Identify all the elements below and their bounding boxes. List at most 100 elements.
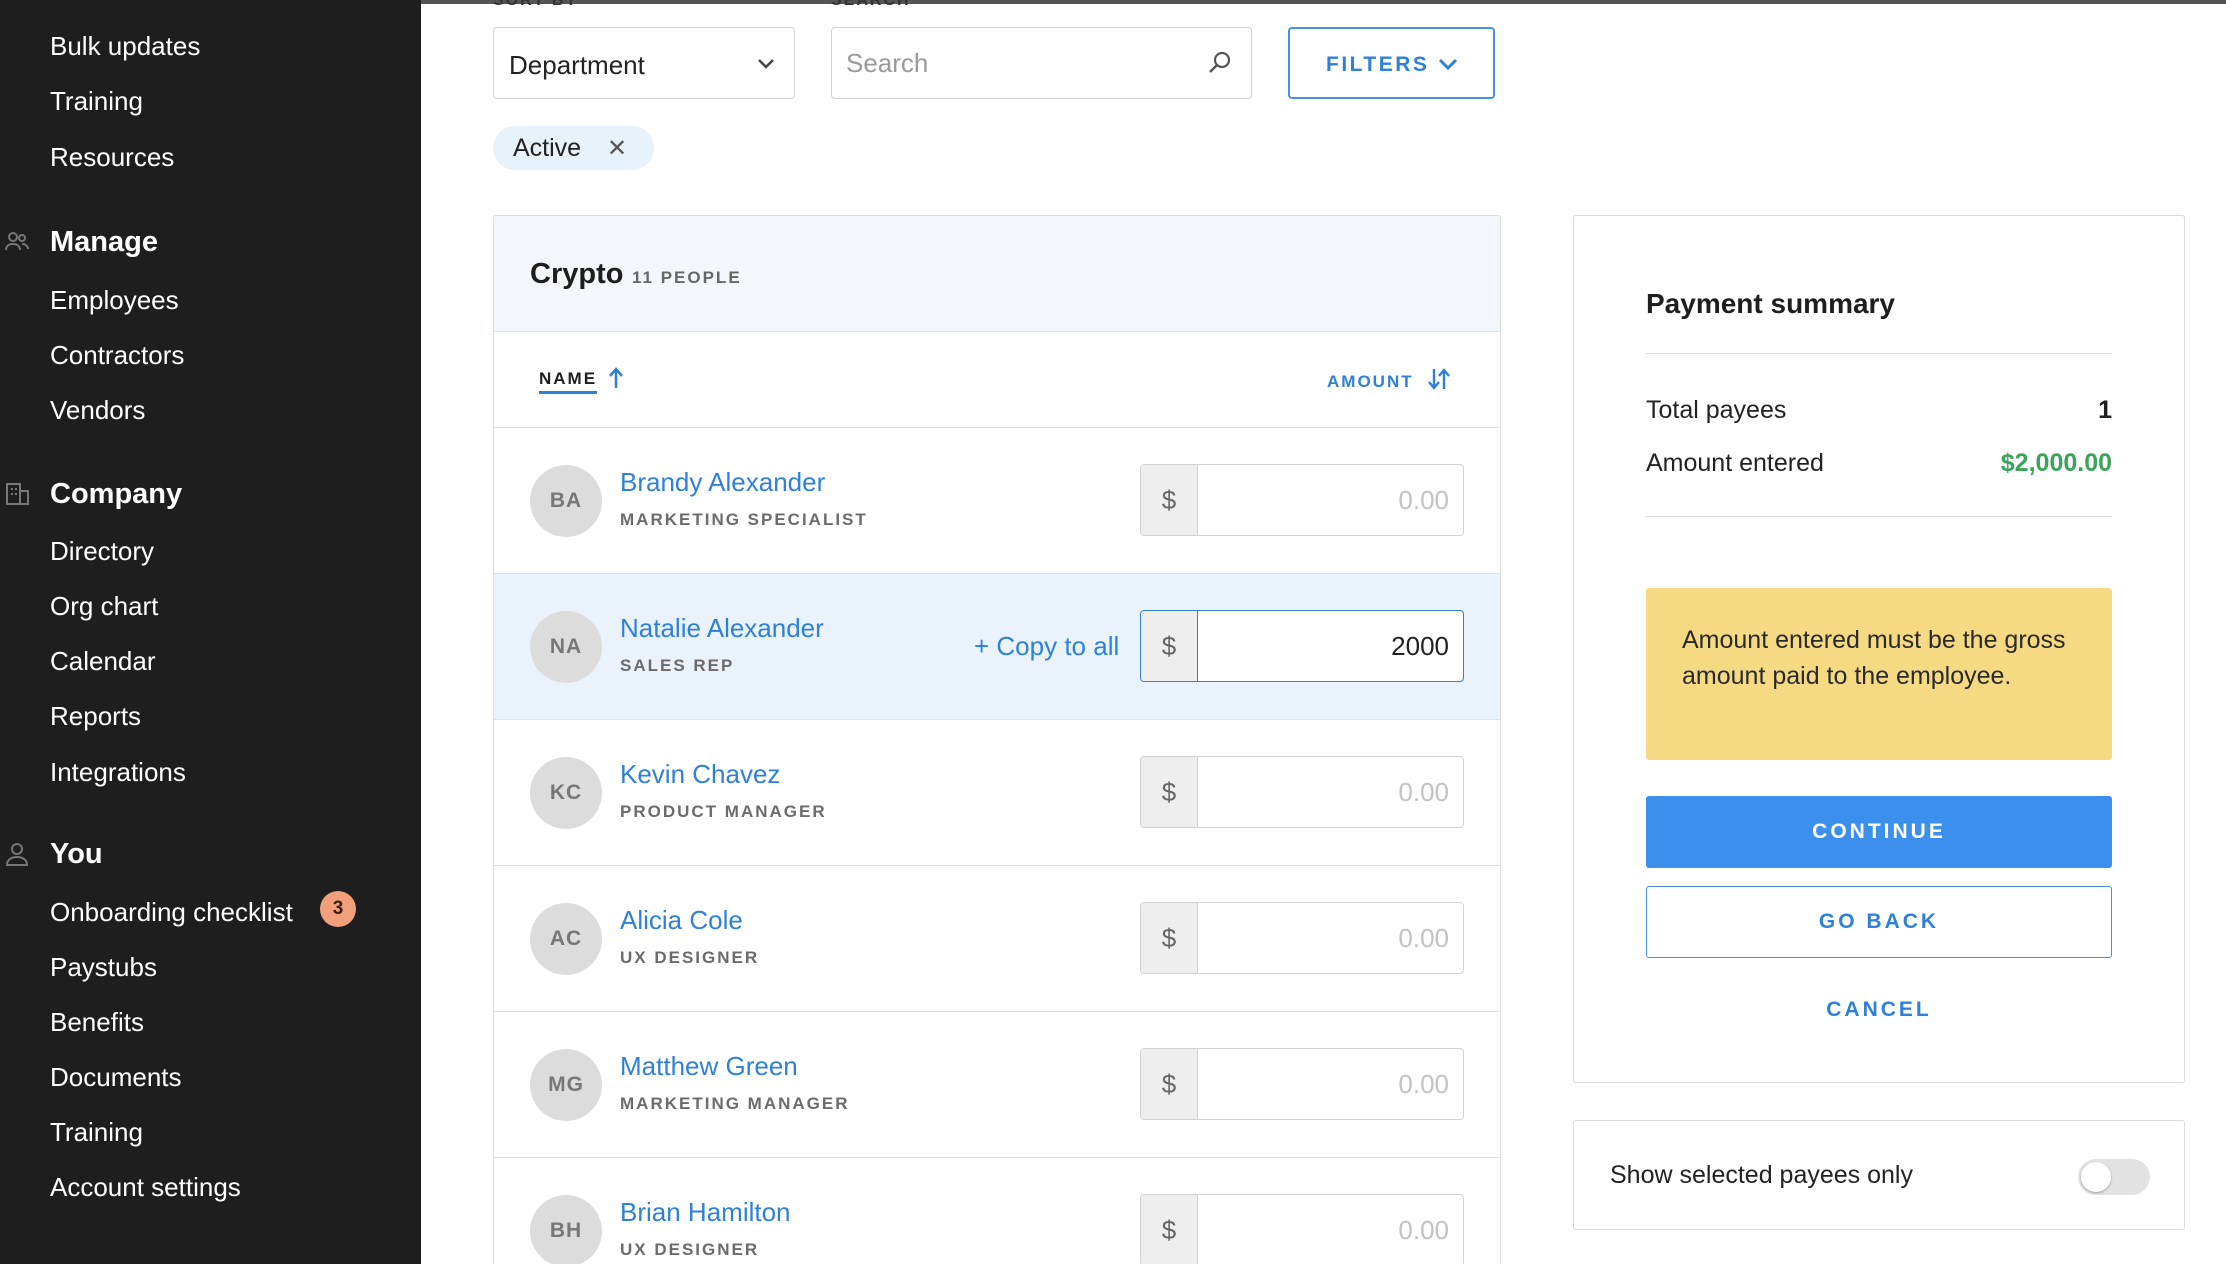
- group-title: Crypto: [530, 258, 624, 290]
- group-count: 11 PEOPLE: [632, 268, 742, 287]
- table-row: KC Kevin Chavez PRODUCT MANAGER $: [494, 720, 1500, 866]
- table-column-header: NAME AMOUNT: [494, 332, 1500, 428]
- currency-prefix: $: [1141, 1195, 1198, 1264]
- sort-by-value: Department: [509, 50, 645, 80]
- avatar: AC: [530, 903, 602, 975]
- currency-prefix: $: [1141, 465, 1198, 535]
- filter-chip-active: Active ✕: [493, 126, 654, 170]
- sidebar-item-account-settings[interactable]: Account settings: [50, 1172, 241, 1203]
- cancel-button[interactable]: CANCEL: [1646, 998, 2112, 1022]
- sidebar-item-vendors[interactable]: Vendors: [50, 395, 145, 426]
- sidebar-section-company: Company: [50, 478, 183, 510]
- employee-role: MARKETING SPECIALIST: [620, 510, 868, 529]
- search-field[interactable]: [831, 27, 1252, 99]
- sidebar-item-calendar[interactable]: Calendar: [50, 646, 156, 677]
- close-icon[interactable]: ✕: [607, 134, 627, 163]
- search-icon: [1209, 51, 1231, 73]
- currency-prefix: $: [1141, 903, 1198, 973]
- sidebar-item-employees[interactable]: Employees: [50, 285, 179, 316]
- sidebar-item-bulk-updates[interactable]: Bulk updates: [50, 31, 200, 62]
- currency-prefix: $: [1141, 1049, 1198, 1119]
- sidebar-item-contractors[interactable]: Contractors: [50, 340, 184, 371]
- filters-label: FILTERS: [1326, 53, 1430, 76]
- sidebar-item-paystubs[interactable]: Paystubs: [50, 952, 157, 983]
- sort-toggle-icon: [1428, 368, 1450, 390]
- employee-role: UX DESIGNER: [620, 948, 760, 967]
- amount-entered-label: Amount entered: [1646, 449, 1824, 477]
- amount-field: $: [1140, 1048, 1464, 1120]
- notification-badge: 3: [320, 891, 356, 927]
- sidebar-item-resources[interactable]: Resources: [50, 142, 174, 173]
- employee-name-link[interactable]: Matthew Green: [620, 1051, 798, 1082]
- amount-field: $: [1140, 1194, 1464, 1264]
- amount-field: $: [1140, 902, 1464, 974]
- amount-input[interactable]: [1199, 903, 1463, 973]
- amount-field: $: [1140, 464, 1464, 536]
- sidebar-item-benefits[interactable]: Benefits: [50, 1007, 144, 1038]
- column-header-amount[interactable]: AMOUNT: [1327, 372, 1414, 392]
- amount-input[interactable]: [1199, 611, 1463, 681]
- avatar: BH: [530, 1195, 602, 1264]
- continue-button[interactable]: CONTINUE: [1646, 796, 2112, 868]
- sidebar-item-onboarding-checklist[interactable]: Onboarding checklist: [50, 897, 293, 928]
- sort-up-arrow-icon: [609, 367, 623, 388]
- sidebar-item-integrations[interactable]: Integrations: [50, 757, 186, 788]
- employee-name-link[interactable]: Brandy Alexander: [620, 467, 825, 498]
- employee-role: PRODUCT MANAGER: [620, 802, 827, 821]
- search-input[interactable]: [846, 42, 1186, 84]
- avatar: BA: [530, 465, 602, 537]
- chevron-down-icon: [758, 59, 774, 69]
- employee-name-link[interactable]: Natalie Alexander: [620, 613, 824, 644]
- table-row: MG Matthew Green MARKETING MANAGER $: [494, 1012, 1500, 1158]
- avatar: NA: [530, 611, 602, 683]
- filter-chip-label: Active: [513, 134, 582, 162]
- currency-prefix: $: [1141, 611, 1198, 681]
- employee-name-link[interactable]: Alicia Cole: [620, 905, 743, 936]
- copy-to-all-button[interactable]: + Copy to all: [974, 631, 1119, 662]
- employee-role: UX DESIGNER: [620, 1240, 760, 1259]
- employee-name-link[interactable]: Kevin Chavez: [620, 759, 780, 790]
- column-header-name[interactable]: NAME: [539, 369, 598, 394]
- toggle-label: Show selected payees only: [1610, 1161, 1913, 1189]
- sort-by-label: SORT BY: [493, 0, 579, 9]
- sidebar-item-org-chart[interactable]: Org chart: [50, 591, 158, 622]
- amount-input[interactable]: [1199, 757, 1463, 827]
- avatar: KC: [530, 757, 602, 829]
- selected-payees-toggle-card: Show selected payees only: [1573, 1120, 2185, 1230]
- currency-prefix: $: [1141, 757, 1198, 827]
- toggle-knob: [2081, 1162, 2111, 1192]
- employee-role: MARKETING MANAGER: [620, 1094, 850, 1113]
- filters-button[interactable]: FILTERS: [1288, 27, 1495, 99]
- amount-field: $: [1140, 610, 1464, 682]
- chevron-down-icon: [1438, 58, 1458, 71]
- building-icon: [6, 483, 29, 505]
- sidebar-item-reports[interactable]: Reports: [50, 701, 141, 732]
- go-back-button[interactable]: GO BACK: [1646, 886, 2112, 958]
- sidebar-section-manage: Manage: [50, 226, 158, 258]
- table-row: BH Brian Hamilton UX DESIGNER $: [494, 1158, 1500, 1264]
- table-row: NA Natalie Alexander SALES REP + Copy to…: [494, 574, 1500, 720]
- show-selected-toggle[interactable]: [2078, 1159, 2150, 1195]
- gross-amount-notice: Amount entered must be the gross amount …: [1646, 588, 2112, 760]
- amount-input[interactable]: [1199, 465, 1463, 535]
- amount-input[interactable]: [1199, 1049, 1463, 1119]
- employee-name-link[interactable]: Brian Hamilton: [620, 1197, 791, 1228]
- table-row: AC Alicia Cole UX DESIGNER $: [494, 866, 1500, 1012]
- sidebar-section-you: You: [50, 838, 103, 870]
- amount-entered-value: $2,000.00: [2000, 449, 2112, 477]
- payees-table-card: Crypto 11 PEOPLE NAME AMOUNT BA Brandy A…: [493, 215, 1501, 1264]
- sidebar: Bulk updates Training Resources Manage E…: [0, 0, 421, 1264]
- divider: [1646, 353, 2112, 354]
- sort-by-select[interactable]: Department: [493, 27, 795, 99]
- search-label: SEARCH: [831, 0, 911, 9]
- employee-role: SALES REP: [620, 656, 735, 675]
- person-icon: [5, 843, 29, 866]
- sidebar-item-training[interactable]: Training: [50, 86, 143, 117]
- people-icon: [5, 232, 29, 251]
- total-payees-value: 1: [2098, 396, 2112, 424]
- amount-input[interactable]: [1199, 1195, 1463, 1264]
- avatar: MG: [530, 1049, 602, 1121]
- sidebar-item-directory[interactable]: Directory: [50, 536, 154, 567]
- sidebar-item-documents[interactable]: Documents: [50, 1062, 182, 1093]
- sidebar-item-training-you[interactable]: Training: [50, 1117, 143, 1148]
